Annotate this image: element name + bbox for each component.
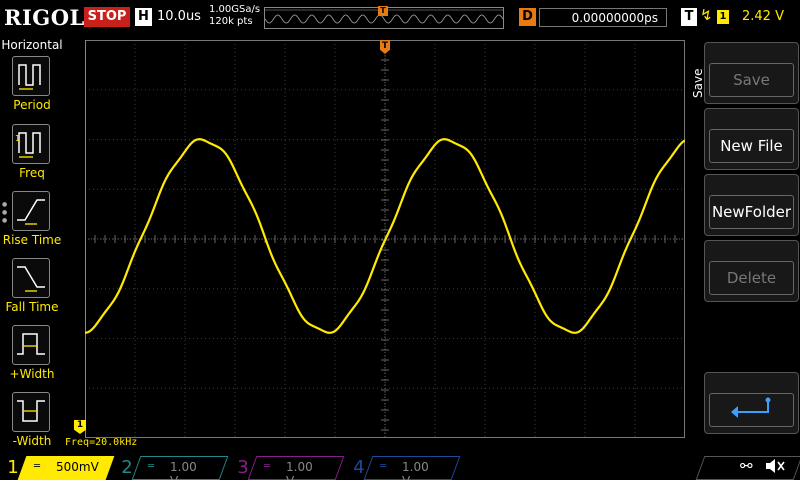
- measure-category-title: Horizontal: [1, 38, 63, 52]
- run-stop-indicator[interactable]: STOP: [84, 7, 130, 27]
- rise-time-icon: [12, 191, 50, 231]
- measure-label: -Width: [12, 434, 52, 448]
- timebase-value[interactable]: 10.0us: [157, 9, 201, 24]
- measure-frequency[interactable]: 1 Freq: [0, 124, 64, 188]
- measure-negative-width[interactable]: -Width: [0, 392, 64, 456]
- measure-rise-time[interactable]: Rise Time: [0, 191, 64, 255]
- dc-coupling-icon: ═: [34, 461, 41, 472]
- frequency-readout: Freq=20.0kHz: [65, 437, 138, 448]
- measure-label: Rise Time: [2, 233, 62, 247]
- frequency-icon: 1: [12, 124, 50, 164]
- new-file-button-label: New File: [709, 129, 794, 163]
- dc-coupling-icon: ═: [264, 461, 271, 472]
- svg-text:1: 1: [15, 134, 20, 143]
- delete-button[interactable]: Delete: [704, 240, 799, 302]
- negative-width-icon: [12, 392, 50, 432]
- return-button[interactable]: [704, 372, 799, 434]
- new-file-button[interactable]: New File: [704, 108, 799, 170]
- measure-period[interactable]: Period: [0, 56, 64, 120]
- memory-depth: 120k pts: [209, 16, 253, 27]
- trigger-position-marker: T: [378, 6, 388, 16]
- positive-width-icon: [12, 325, 50, 365]
- return-arrow-icon: [709, 393, 794, 427]
- status-bar-separator: [695, 456, 800, 480]
- trigger-source-badge: 1: [717, 10, 729, 24]
- channel-status-bar: 1 ═ 500mV 2 ═ 1.00 V 3 ═ 1.00 V 4 ═ 1.00…: [0, 454, 800, 480]
- period-icon: [12, 56, 50, 96]
- dc-coupling-icon: ═: [148, 461, 155, 472]
- save-button-label: Save: [709, 63, 794, 97]
- trigger-label: T: [681, 8, 697, 26]
- delete-button-label: Delete: [709, 261, 794, 295]
- save-menu: Save Save New File NewFolder Delete: [686, 36, 800, 454]
- rising-edge-icon: ↯: [700, 6, 713, 24]
- sample-rate-info: 1.00GSa/s 120k pts: [209, 4, 260, 28]
- delay-label: D: [519, 8, 536, 26]
- top-status-bar: RIGOL STOP H 10.0us 1.00GSa/s 120k pts T…: [0, 0, 800, 36]
- sample-rate: 1.00GSa/s: [209, 4, 261, 15]
- measure-label: Period: [13, 98, 51, 112]
- waveform-display[interactable]: [85, 40, 685, 438]
- new-folder-button-label: NewFolder: [709, 195, 794, 229]
- brand-logo: RIGOL: [4, 5, 85, 30]
- measure-label: +Width: [9, 367, 55, 381]
- measure-label: Fall Time: [5, 300, 59, 314]
- fall-time-icon: [12, 258, 50, 298]
- channel-2-scale: 1.00 V: [170, 460, 197, 480]
- save-button[interactable]: Save: [704, 42, 799, 104]
- memory-position-bar[interactable]: T: [264, 6, 504, 29]
- measure-fall-time[interactable]: Fall Time: [0, 258, 64, 322]
- menu-title: Save: [691, 68, 705, 98]
- channel-3-scale: 1.00 V: [286, 460, 313, 480]
- graticule-and-trace: [85, 40, 685, 438]
- measure-label: Freq: [19, 166, 45, 180]
- channel-1-scale: 500mV: [56, 460, 99, 474]
- delay-field[interactable]: 0.00000000ps: [539, 8, 667, 27]
- horizontal-label: H: [135, 8, 152, 26]
- measure-positive-width[interactable]: +Width: [0, 325, 64, 389]
- trigger-level-value[interactable]: 2.42 V: [742, 9, 784, 24]
- channel-4-scale: 1.00 V: [402, 460, 429, 480]
- new-folder-button[interactable]: NewFolder: [704, 174, 799, 236]
- dc-coupling-icon: ═: [380, 461, 387, 472]
- delay-value: 0.00000000ps: [571, 11, 658, 25]
- measure-panel: Horizontal Period 1 Freq ● ● ● Rise Time F…: [0, 36, 64, 454]
